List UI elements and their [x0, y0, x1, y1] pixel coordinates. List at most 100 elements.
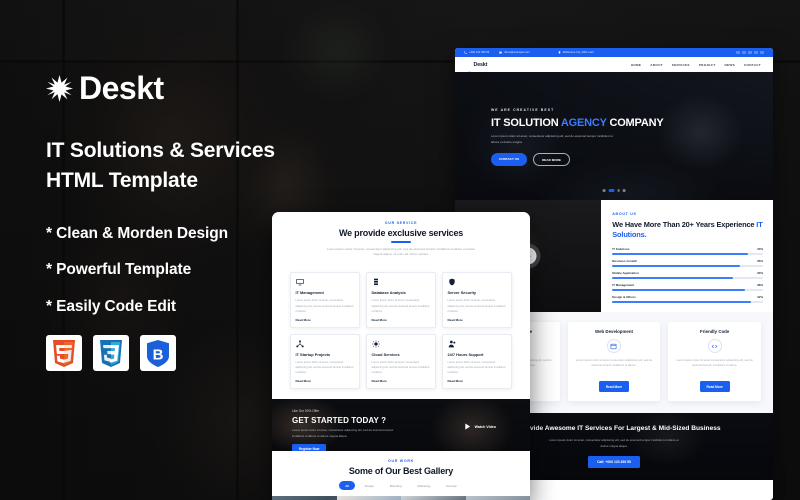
- carousel-dot[interactable]: [622, 189, 626, 192]
- read-more-button[interactable]: Read More: [699, 381, 730, 392]
- feature-card-text: Lorem ipsum dolor sit amet consectetur a…: [676, 358, 753, 368]
- html5-badge: [46, 335, 82, 372]
- topbar-email-text: demo@example.com: [504, 51, 530, 54]
- facebook-icon[interactable]: [736, 50, 740, 55]
- skill-label: IT Management: [612, 283, 635, 288]
- nav-item-news[interactable]: NEWS: [725, 63, 735, 67]
- feature-item: * Powerful Template: [46, 261, 192, 279]
- contact-us-button[interactable]: CONTACT US: [491, 153, 528, 167]
- nav-item-about[interactable]: ABOUT: [650, 63, 663, 67]
- skill-row: IT Solutions 90%: [612, 247, 763, 255]
- cta-text: Lorem ipsum dolor sit amet, consectetur …: [549, 438, 679, 448]
- page-title: IT Solutions & Services HTML Template: [46, 139, 275, 192]
- services-subtitle: Lorem ipsum dolor sit amet, consectetur …: [326, 246, 476, 256]
- carousel-dots[interactable]: [602, 189, 626, 192]
- dribbble-icon[interactable]: [760, 50, 764, 55]
- skill-label: Mobile Application: [612, 271, 639, 276]
- support-icon: [448, 340, 456, 348]
- hero-copy: WE ARE CREATIVE BEST IT SOLUTION AGENCY …: [491, 108, 664, 167]
- service-card[interactable]: Server Security Lorem ipsum dolor sit am…: [442, 272, 512, 328]
- get-started-title: GET STARTED TODAY ?: [292, 416, 387, 426]
- linkedin-icon[interactable]: [748, 50, 752, 55]
- skill-fill: [612, 277, 733, 279]
- nav-logo-text: Deskt: [473, 61, 488, 68]
- behance-icon[interactable]: [754, 50, 758, 55]
- feature-card[interactable]: Friendly Code Lorem ipsum dolor sit amet…: [668, 322, 761, 401]
- skill-label: Business Growth: [612, 259, 637, 264]
- gallery-header: OUR WORK Some of Our Best Gallery All De…: [272, 451, 530, 496]
- read-more-link[interactable]: Read More: [372, 318, 431, 322]
- skill-percent: 92%: [757, 295, 763, 300]
- skill-track: [612, 277, 763, 279]
- css3-badge: [93, 335, 129, 372]
- gallery-title: Some of Our Best Gallery: [348, 466, 454, 477]
- nav-item-contact[interactable]: CONTACT: [744, 63, 761, 67]
- promo-panel: Deskt IT Solutions & Services HTML Templ…: [46, 72, 336, 372]
- hero-section: WE ARE CREATIVE BEST IT SOLUTION AGENCY …: [455, 72, 773, 200]
- nav-logo[interactable]: Deskt: [467, 61, 488, 76]
- service-card-title: Server Security: [447, 290, 477, 296]
- watch-video-link[interactable]: Watch Video: [464, 423, 496, 430]
- nav-item-project[interactable]: PROJECT: [699, 63, 716, 67]
- skill-fill: [612, 288, 745, 291]
- nav-item-home[interactable]: HOME: [631, 63, 641, 67]
- gallery-tile[interactable]: [465, 495, 530, 500]
- get-started-banner: Like Our 50% Offer GET STARTED TODAY ? L…: [272, 399, 530, 452]
- read-more-link[interactable]: Read More: [448, 318, 507, 322]
- read-more-link[interactable]: Read More: [448, 379, 507, 383]
- register-now-button[interactable]: Register Now: [292, 443, 327, 452]
- call-button[interactable]: Call: +000 123 456 55: [588, 456, 640, 469]
- topbar: +000 123 456 55 demo@example.com Melbour…: [455, 48, 773, 57]
- feature-card-title: Web Development: [595, 329, 633, 334]
- navbar: Deskt HOME ABOUT SERVICES PROJECT NEWS C…: [455, 57, 773, 76]
- gallery-tile[interactable]: [336, 495, 401, 500]
- carousel-dot[interactable]: [617, 189, 620, 192]
- gallery-filters: All Design Branding Marketing Develop: [272, 481, 530, 490]
- read-more-link[interactable]: Read More: [296, 379, 355, 383]
- starburst-icon: [467, 62, 472, 76]
- service-card-title: 24/7 Hours Support: [447, 351, 484, 357]
- gallery-eyebrow: OUR WORK: [388, 459, 414, 464]
- carousel-dot[interactable]: [602, 189, 606, 192]
- hero-buttons: CONTACT US READ MORE: [491, 153, 663, 167]
- gallery-tile[interactable]: [401, 495, 466, 500]
- topbar-email[interactable]: demo@example.com: [499, 51, 530, 54]
- feature-card-title: Friendly Code: [700, 329, 730, 334]
- gallery-tile[interactable]: [272, 495, 337, 500]
- skill-track: [612, 253, 763, 255]
- hero-kicker: WE ARE CREATIVE BEST: [491, 108, 555, 112]
- topbar-social-links[interactable]: [736, 50, 764, 55]
- carousel-dot-active[interactable]: [608, 189, 615, 192]
- feature-list: * Clean & Morden Design * Powerful Templ…: [46, 226, 336, 315]
- feature-card[interactable]: Web Development Lorem ipsum dolor sit am…: [567, 322, 661, 401]
- service-card[interactable]: Database Analysis Lorem ipsum dolor sit …: [366, 272, 436, 328]
- gallery-filter-all[interactable]: All: [339, 481, 355, 490]
- read-more-button[interactable]: READ MORE: [533, 153, 570, 167]
- read-more-button[interactable]: Read More: [598, 381, 630, 392]
- skill-label: Design & Others: [612, 295, 636, 300]
- gallery-filter-develop[interactable]: Develop: [440, 481, 463, 490]
- service-card[interactable]: 24/7 Hours Support Lorem ipsum dolor sit…: [442, 333, 512, 390]
- service-card[interactable]: Cloud Services Lorem ipsum dolor sit ame…: [366, 333, 436, 390]
- skill-percent: 88%: [757, 283, 763, 288]
- window-icon: [606, 339, 621, 353]
- topbar-address-text: Melbourne city, 2301 road: [562, 51, 594, 54]
- play-icon: [464, 423, 471, 430]
- skill-row: Design & Others 92%: [612, 295, 763, 303]
- skill-percent: 85%: [757, 259, 763, 264]
- skill-fill: [612, 300, 751, 303]
- twitter-icon[interactable]: [742, 50, 746, 55]
- tech-badges: B: [46, 335, 336, 372]
- topbar-phone[interactable]: +000 123 456 55: [464, 51, 489, 54]
- feature-card-text: Lorem ipsum dolor sit amet consectetur a…: [575, 358, 653, 368]
- read-more-link[interactable]: Read More: [372, 379, 431, 383]
- nav-item-services[interactable]: SERVICES: [672, 63, 690, 67]
- gallery-filter-branding[interactable]: Branding: [384, 481, 408, 490]
- skill-track: [612, 265, 763, 267]
- service-card-text: Lorem ipsum dolor sit amet, consectetur …: [447, 360, 506, 375]
- feature-item: * Easily Code Edit: [46, 297, 176, 315]
- gallery-filter-design[interactable]: Design: [359, 481, 380, 490]
- gallery-filter-marketing[interactable]: Marketing: [411, 481, 436, 490]
- service-card-text: Lorem ipsum dolor sit amet, consectetur …: [447, 299, 506, 313]
- hero-title: IT SOLUTION AGENCY COMPANY: [491, 117, 664, 129]
